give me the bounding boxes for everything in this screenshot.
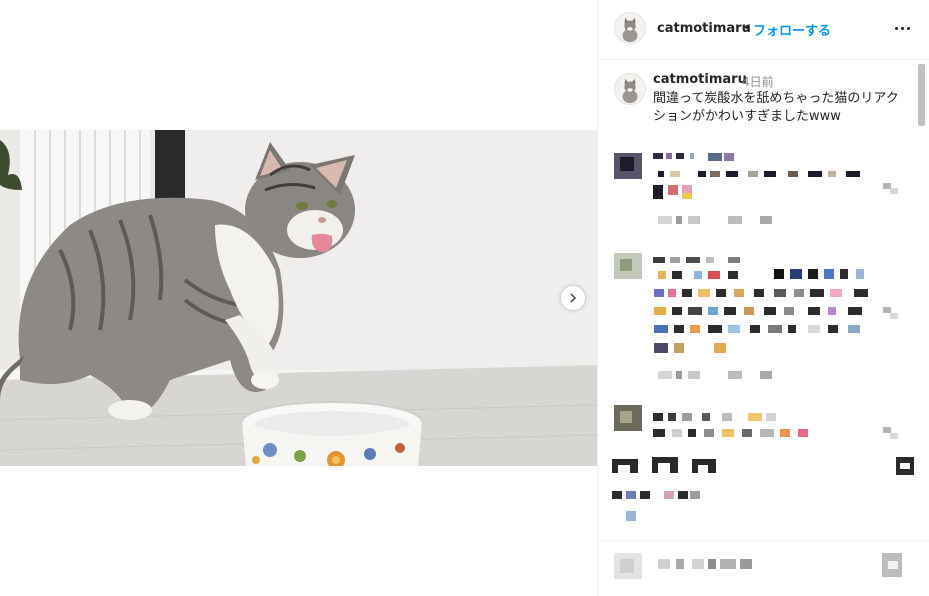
post-header: catmotimaru • フォローする [598,0,929,60]
chevron-right-icon [570,293,577,303]
post-username[interactable]: catmotimaru [657,21,751,36]
post-sidebar: catmotimaru • フォローする catmotimaru 4日前 間違っ… [597,0,929,596]
redacted-comment [614,253,898,379]
next-media-button[interactable] [561,286,585,310]
post-photo[interactable] [0,130,597,466]
more-horizontal-icon [895,27,898,30]
redacted-comments [598,153,929,579]
redacted-action-bar [612,457,914,475]
follow-button[interactable]: フォローする [753,20,831,39]
cat-avatar-icon [615,13,645,43]
redacted-comment-input [598,540,929,579]
more-dot [901,27,904,30]
redacted-comment [614,153,898,224]
instagram-post-modal: catmotimaru • フォローする catmotimaru 4日前 間違っ… [0,0,929,596]
avatar[interactable] [614,12,646,44]
redacted-comment [614,405,898,439]
cat-photo-illustration [0,130,597,466]
comments-list[interactable]: catmotimaru 4日前 間違って炭酸水を舐めちゃった猫のリアクションがか… [598,61,929,596]
more-options-button[interactable] [890,20,916,38]
more-dot [907,27,910,30]
separator-dot: • [743,21,751,36]
media-pane [0,0,597,596]
redacted-likes [612,491,700,521]
